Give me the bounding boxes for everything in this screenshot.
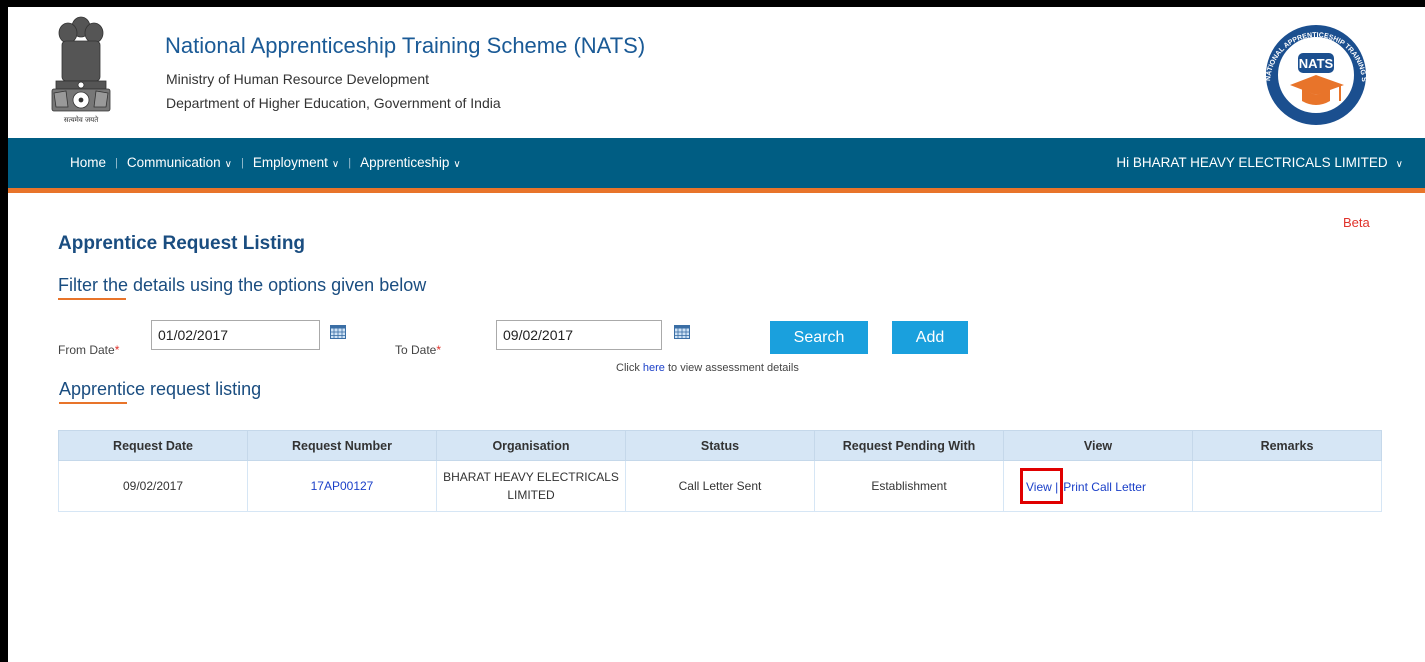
site-header: सत्यमेव जयते National Apprenticeship Tra…: [8, 7, 1425, 138]
calendar-icon[interactable]: [330, 325, 346, 339]
add-button[interactable]: Add: [892, 321, 968, 354]
national-emblem-icon: सत्यमेव जयते: [51, 16, 111, 124]
to-date-label-text: To Date: [395, 343, 437, 357]
page-frame: सत्यमेव जयते National Apprenticeship Tra…: [8, 7, 1425, 662]
nav-communication-label: Communication: [126, 155, 221, 170]
column-header-remarks: Remarks: [1192, 430, 1382, 461]
print-call-letter-link[interactable]: Print Call Letter: [1063, 480, 1146, 494]
cell-request-date: 09/02/2017: [58, 460, 248, 512]
user-menu[interactable]: Hi BHARAT HEAVY ELECTRICALS LIMITED ∨: [1116, 155, 1403, 170]
chevron-down-icon: ∨: [453, 159, 461, 170]
nav-apprenticeship[interactable]: Apprenticeship ∨: [360, 155, 461, 170]
nav-home[interactable]: Home: [70, 155, 106, 170]
section-underline: [58, 298, 126, 300]
nav-divider: |: [348, 156, 352, 169]
table-header-row: Request Date Request Number Organisation…: [58, 430, 1382, 461]
view-link[interactable]: View: [1026, 480, 1052, 494]
from-date-label: From Date*: [58, 343, 119, 357]
required-asterisk: *: [114, 343, 120, 357]
nav-divider: |: [115, 156, 118, 169]
cell-remarks: [1192, 460, 1382, 512]
nats-logo-text: NATS: [1299, 56, 1334, 71]
organisation-line1: BHARAT HEAVY ELECTRICALS: [443, 470, 619, 484]
nav-divider: |: [241, 156, 244, 169]
table-row: 09/02/2017 17AP00127 BHARAT HEAVY ELECTR…: [58, 460, 1382, 512]
column-header-pending-with: Request Pending With: [814, 430, 1004, 461]
to-date-input[interactable]: [496, 320, 662, 350]
chevron-down-icon: ∨: [1395, 159, 1403, 170]
chevron-down-icon: ∨: [224, 159, 232, 170]
organisation-line2: LIMITED: [507, 488, 555, 502]
request-number-link[interactable]: 17AP00127: [311, 479, 374, 493]
main-navbar: Home | Communication ∨ | Employment ∨ | Ap…: [8, 138, 1425, 193]
search-button[interactable]: Search: [770, 321, 868, 354]
cell-request-number: 17AP00127: [247, 460, 437, 512]
column-header-request-number: Request Number: [247, 430, 437, 461]
listing-section-title: Apprentice request listing: [59, 379, 262, 399]
to-date-label: To Date*: [395, 343, 441, 357]
column-header-request-date: Request Date: [58, 430, 248, 461]
cell-status: Call Letter Sent: [625, 460, 815, 512]
nav-apprenticeship-label: Apprenticeship: [360, 155, 450, 170]
nav-menu: Home | Communication ∨ | Employment ∨ | Ap…: [70, 155, 461, 170]
cell-view: View | Print Call Letter: [1003, 460, 1193, 512]
org-subtitle-department: Department of Higher Education, Governme…: [166, 95, 501, 111]
nav-employment[interactable]: Employment ∨: [253, 155, 339, 170]
cell-pending-with: Establishment: [814, 460, 1004, 512]
required-asterisk: *: [436, 343, 442, 357]
org-title: National Apprenticeship Training Scheme …: [165, 33, 646, 58]
highlight-box: View |: [1020, 468, 1064, 504]
hint-prefix: Click: [616, 362, 643, 374]
column-header-status: Status: [625, 430, 815, 461]
emblem-caption: सत्यमेव जयते: [64, 115, 99, 124]
column-header-organisation: Organisation: [436, 430, 626, 461]
apprentice-request-table: Request Date Request Number Organisation…: [58, 430, 1382, 512]
page-title: Apprentice Request Listing: [58, 233, 306, 254]
assessment-details-link[interactable]: here: [643, 362, 665, 374]
from-date-label-text: From Date: [58, 343, 115, 357]
section-underline: [59, 402, 127, 404]
hint-suffix: to view assessment details: [664, 362, 799, 374]
chevron-down-icon: ∨: [331, 159, 340, 170]
assessment-hint: Click here to view assessment details: [616, 362, 799, 374]
nats-logo-icon: NATIONAL APPRENTICESHIP TRAINING SCHEME …: [1248, 13, 1367, 125]
link-separator: |: [1055, 480, 1059, 494]
org-subtitle-ministry: Ministry of Human Resource Development: [166, 71, 429, 87]
user-greeting: Hi BHARAT HEAVY ELECTRICALS LIMITED: [1116, 155, 1388, 170]
beta-label: Beta: [1343, 215, 1370, 230]
filter-section-title: Filter the details using the options giv…: [58, 275, 427, 295]
cell-organisation: BHARAT HEAVY ELECTRICALS LIMITED: [436, 460, 626, 512]
from-date-input[interactable]: [151, 320, 320, 350]
nav-communication[interactable]: Communication ∨: [127, 155, 232, 170]
nav-employment-label: Employment: [252, 155, 328, 170]
column-header-view: View: [1003, 430, 1193, 461]
calendar-icon[interactable]: [674, 325, 690, 339]
